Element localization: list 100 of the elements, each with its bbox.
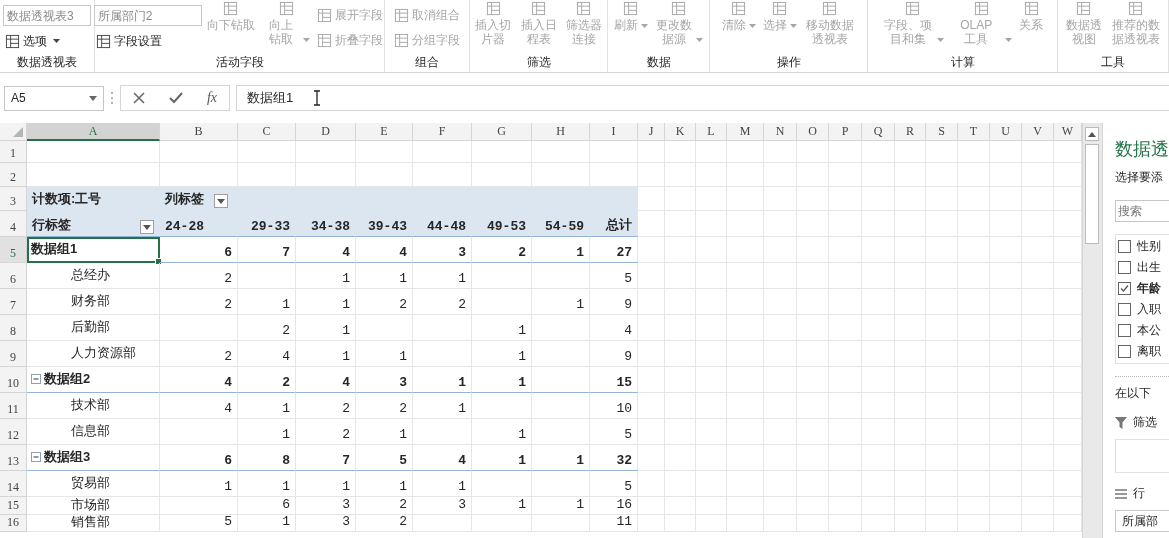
grid-cell[interactable] [829,289,862,315]
input-field[interactable]: 所属部门2 [93,5,202,26]
grid-cell[interactable] [926,237,958,263]
row-header[interactable]: 7 [0,289,27,315]
grid-cell[interactable] [797,445,829,471]
grid-cell[interactable] [1022,187,1054,211]
grid-cell[interactable] [665,515,696,532]
grid-cell[interactable] [958,263,990,289]
grid-cell[interactable] [797,393,829,419]
grid-cell[interactable] [829,187,862,211]
grid-cell[interactable] [665,263,696,289]
grid-cell[interactable] [727,419,764,445]
column-header[interactable]: L [696,123,727,141]
column-header[interactable]: C [238,123,296,141]
grid-cell[interactable] [958,445,990,471]
grid-cell[interactable] [727,141,764,163]
grid-cell[interactable] [665,163,696,187]
grid-cell[interactable] [696,163,727,187]
grid-cell[interactable] [696,289,727,315]
grid-cell[interactable] [958,471,990,497]
row-header[interactable]: 11 [0,393,27,419]
grid-cell[interactable] [1022,237,1054,263]
grid-cell[interactable] [797,187,829,211]
grid-cell[interactable] [958,515,990,532]
grid-cell[interactable] [829,237,862,263]
column-header[interactable]: E [356,123,413,141]
grid-cell[interactable] [696,237,727,263]
grid-cell[interactable] [862,315,895,341]
column-header[interactable]: G [472,123,532,141]
grid-cell[interactable] [990,445,1022,471]
grid-cell[interactable] [764,237,797,263]
grid-cell[interactable] [990,187,1022,211]
ribbon-button[interactable]: 字段设置 [93,31,202,51]
grid-cell[interactable] [926,445,958,471]
grid-cell[interactable] [895,237,926,263]
row-label-cell[interactable]: 财务部 [27,289,160,315]
grid-cell[interactable] [990,367,1022,393]
grid-cell[interactable] [665,419,696,445]
grid-cell[interactable] [413,341,472,367]
grid-cell[interactable] [413,419,472,445]
column-header[interactable]: F [413,123,472,141]
grid-cell[interactable] [797,211,829,237]
grid-cell[interactable] [895,367,926,393]
grid-cell[interactable] [797,367,829,393]
grid-cell[interactable] [727,393,764,419]
column-header[interactable]: K [665,123,696,141]
grid-cell[interactable] [862,515,895,532]
cancel-button[interactable] [132,92,145,104]
grid-cell[interactable] [472,471,532,497]
collapse-icon[interactable] [31,373,41,384]
grid-cell[interactable] [829,445,862,471]
grid-cell[interactable] [727,237,764,263]
ribbon-button[interactable]: 选项 [3,31,91,51]
grid-cell[interactable] [160,315,238,341]
grid-cell[interactable] [862,445,895,471]
grid-cell[interactable] [829,471,862,497]
grid-cell[interactable] [990,315,1022,341]
grid-cell[interactable] [895,211,926,237]
select-all-button[interactable] [0,123,27,141]
grid-cell[interactable] [160,497,238,515]
grid-cell[interactable] [958,393,990,419]
grid-cell[interactable] [1022,471,1054,497]
grid-cell[interactable] [990,341,1022,367]
grid-cell[interactable] [532,471,590,497]
row-label-cell[interactable]: 数据组3 [27,445,160,471]
checkbox[interactable] [1118,282,1131,295]
grid-cell[interactable] [1022,289,1054,315]
fill-handle[interactable] [155,258,162,265]
area-field-item[interactable]: 所属部 [1115,510,1169,532]
scroll-thumb[interactable] [1085,144,1099,244]
grid-cell[interactable] [862,497,895,515]
row-header[interactable]: 16 [0,515,27,532]
grid-cell[interactable] [764,211,797,237]
grid-cell[interactable] [1022,263,1054,289]
grid-cell[interactable] [1022,393,1054,419]
grid-cell[interactable] [238,263,296,289]
grid-cell[interactable] [797,315,829,341]
grid-cell[interactable] [1022,163,1054,187]
grid-cell[interactable] [958,289,990,315]
grid-cell[interactable] [727,211,764,237]
grid-cell[interactable] [797,497,829,515]
collapse-icon[interactable] [31,451,41,462]
grid-cell[interactable] [862,341,895,367]
name-box[interactable]: A5 [4,85,104,111]
grid-cell[interactable] [764,263,797,289]
vertical-scrollbar[interactable] [1082,123,1102,538]
grid-cell[interactable] [356,315,413,341]
column-header[interactable]: N [764,123,797,141]
row-header[interactable]: 2 [0,163,27,187]
column-header[interactable]: U [990,123,1022,141]
grid-cell[interactable] [797,341,829,367]
grid-cell[interactable] [958,141,990,163]
checkbox[interactable] [1118,240,1131,253]
grid-cell[interactable] [764,315,797,341]
row-label-cell[interactable]: 销售部 [27,515,160,532]
column-header[interactable]: H [532,123,590,141]
grid-cell[interactable] [727,163,764,187]
filter-dropdown-button[interactable] [214,194,228,208]
grid-cell[interactable] [638,367,665,393]
column-header[interactable]: B [160,123,238,141]
